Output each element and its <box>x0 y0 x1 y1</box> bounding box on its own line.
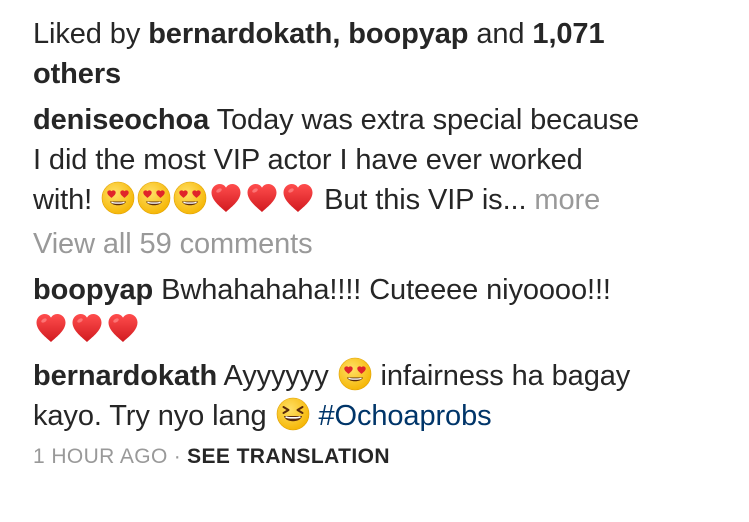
see-translation-button[interactable]: SEE TRANSLATION <box>187 445 390 468</box>
likes-summary: Liked by bernardokath, boopyap and 1,071… <box>33 14 733 94</box>
comment-text-part3: kayo. Try nyo lang <box>33 400 267 432</box>
liker-username-1[interactable]: bernardokath <box>148 18 332 50</box>
comment-username[interactable]: boopyap <box>33 274 153 306</box>
post-meta: 1 HOUR AGO · SEE TRANSLATION <box>33 442 733 472</box>
red-heart-icon <box>106 311 140 345</box>
comment-text-part1: Ayyyyyy <box>223 360 329 392</box>
heart-eyes-icon <box>338 357 372 391</box>
red-heart-icon <box>281 181 315 215</box>
comment-item: boopyap Bwhahahaha!!!! Cuteeee niyoooo!!… <box>33 270 733 350</box>
heart-eyes-icon <box>137 181 171 215</box>
likes-and: and <box>476 18 525 50</box>
caption-username[interactable]: deniseochoa <box>33 104 209 136</box>
caption-more-link[interactable]: more <box>534 184 600 216</box>
red-heart-icon <box>245 181 279 215</box>
red-heart-icon <box>70 311 104 345</box>
caption-text-line2: I did the most VIP actor I have ever wor… <box>33 144 583 176</box>
likes-prefix: Liked by <box>33 18 141 50</box>
heart-eyes-icon <box>173 181 207 215</box>
comment-text-part2: infairness ha bagay <box>380 360 631 392</box>
caption-text-line1: Today was extra special because <box>216 104 640 136</box>
hashtag-link[interactable]: #Ochoaprobs <box>318 400 491 432</box>
caption-text-after-emojis: But this VIP is... <box>324 184 527 216</box>
post-timestamp: 1 HOUR AGO <box>33 445 168 468</box>
post-caption: deniseochoa Today was extra special beca… <box>33 100 733 220</box>
laughing-squint-icon <box>276 397 310 431</box>
likes-suffix: others <box>33 58 122 90</box>
red-heart-icon <box>34 311 68 345</box>
caption-text-line3: with! <box>33 184 93 216</box>
likes-separator: , <box>332 18 341 50</box>
meta-separator: · <box>173 445 182 468</box>
liker-username-2[interactable]: boopyap <box>348 18 468 50</box>
view-all-comments-link[interactable]: View all 59 comments <box>33 224 733 264</box>
comment-text: Bwhahahaha!!!! Cuteeee niyoooo!!! <box>161 274 611 306</box>
red-heart-icon <box>209 181 243 215</box>
heart-eyes-icon <box>101 181 135 215</box>
post-footer: Liked by bernardokath, boopyap and 1,071… <box>33 14 733 472</box>
comment-item: bernardokath Ayyyyyy infairness ha bagay… <box>33 356 733 436</box>
comment-emoji-row <box>33 310 733 350</box>
likes-count: 1,071 <box>532 18 605 50</box>
comment-username[interactable]: bernardokath <box>33 360 217 392</box>
